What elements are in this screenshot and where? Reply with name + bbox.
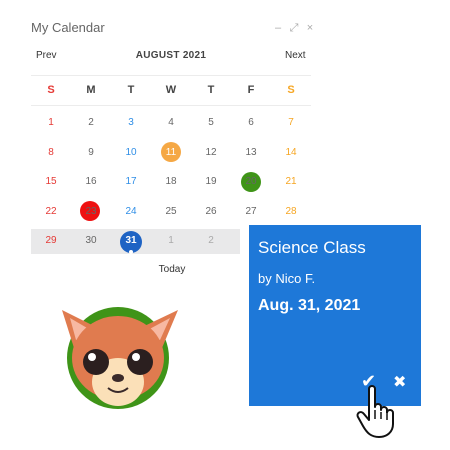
hand-pointer-icon bbox=[356, 385, 394, 438]
calendar-day[interactable]: 16 bbox=[71, 176, 111, 187]
calendar-day[interactable]: 20 bbox=[231, 176, 271, 187]
calendar-day[interactable]: 29 bbox=[31, 235, 71, 246]
next-month-button[interactable]: Next bbox=[285, 50, 306, 61]
calendar-day[interactable]: 30 bbox=[71, 235, 111, 246]
close-icon[interactable]: × bbox=[304, 20, 316, 36]
divider bbox=[31, 75, 311, 76]
weekday-label: S bbox=[287, 84, 295, 96]
event-title: Science Class bbox=[258, 238, 366, 257]
calendar-day[interactable]: 23 bbox=[71, 206, 111, 217]
weekday-label: T bbox=[207, 84, 215, 96]
calendar-day[interactable]: 14 bbox=[271, 147, 311, 158]
divider bbox=[31, 105, 311, 106]
calendar-day[interactable]: 2 bbox=[191, 235, 231, 246]
weekday-label: S bbox=[47, 84, 55, 96]
weekday-label: F bbox=[247, 84, 255, 96]
calendar-day[interactable]: 9 bbox=[71, 147, 111, 158]
calendar-day[interactable]: 12 bbox=[191, 147, 231, 158]
window-controls: – ⤢ × bbox=[272, 20, 316, 36]
calendar-day[interactable]: 24 bbox=[111, 206, 151, 217]
calendar-day[interactable]: 5 bbox=[191, 117, 231, 128]
calendar-day[interactable]: 7 bbox=[271, 117, 311, 128]
calendar-day[interactable]: 13 bbox=[231, 147, 271, 158]
calendar-day[interactable]: 18 bbox=[151, 176, 191, 187]
weekday-label: T bbox=[127, 84, 135, 96]
calendar-day[interactable]: 2 bbox=[71, 117, 111, 128]
calendar-day[interactable]: 25 bbox=[151, 206, 191, 217]
month-label: AUGUST 2021 bbox=[135, 50, 207, 61]
today-button[interactable]: Today bbox=[152, 264, 192, 275]
calendar-day[interactable]: 3 bbox=[111, 117, 151, 128]
calendar-day[interactable]: 11 bbox=[151, 147, 191, 158]
calendar-day[interactable]: 31 bbox=[111, 235, 151, 246]
calendar-day[interactable]: 26 bbox=[191, 206, 231, 217]
weekday-label: M bbox=[86, 84, 96, 96]
calendar-day[interactable]: 6 bbox=[231, 117, 271, 128]
calendar-day[interactable]: 4 bbox=[151, 117, 191, 128]
today-dot bbox=[129, 250, 133, 254]
calendar-day[interactable]: 10 bbox=[111, 147, 151, 158]
calendar-day[interactable]: 17 bbox=[111, 176, 151, 187]
calendar-day[interactable]: 15 bbox=[31, 176, 71, 187]
calendar-day[interactable]: 22 bbox=[31, 206, 71, 217]
prev-month-button[interactable]: Prev bbox=[36, 50, 57, 61]
calendar-day[interactable]: 1 bbox=[31, 117, 71, 128]
weekday-label: W bbox=[165, 84, 177, 96]
expand-icon[interactable]: ⤢ bbox=[288, 20, 300, 36]
calendar-day[interactable]: 19 bbox=[191, 176, 231, 187]
calendar-day[interactable]: 8 bbox=[31, 147, 71, 158]
event-author: by Nico F. bbox=[258, 271, 316, 286]
calendar-day[interactable]: 21 bbox=[271, 176, 311, 187]
calendar-day[interactable]: 28 bbox=[271, 206, 311, 217]
calendar-day[interactable]: 1 bbox=[151, 235, 191, 246]
event-date: Aug. 31, 2021 bbox=[258, 297, 361, 314]
calendar-title: My Calendar bbox=[31, 20, 105, 35]
calendar-day[interactable]: 27 bbox=[231, 206, 271, 217]
minimize-icon[interactable]: – bbox=[272, 20, 284, 36]
chihuahua-mascot bbox=[62, 307, 178, 409]
event-popup: Science Class by Nico F. Aug. 31, 2021 ✔… bbox=[249, 225, 421, 406]
